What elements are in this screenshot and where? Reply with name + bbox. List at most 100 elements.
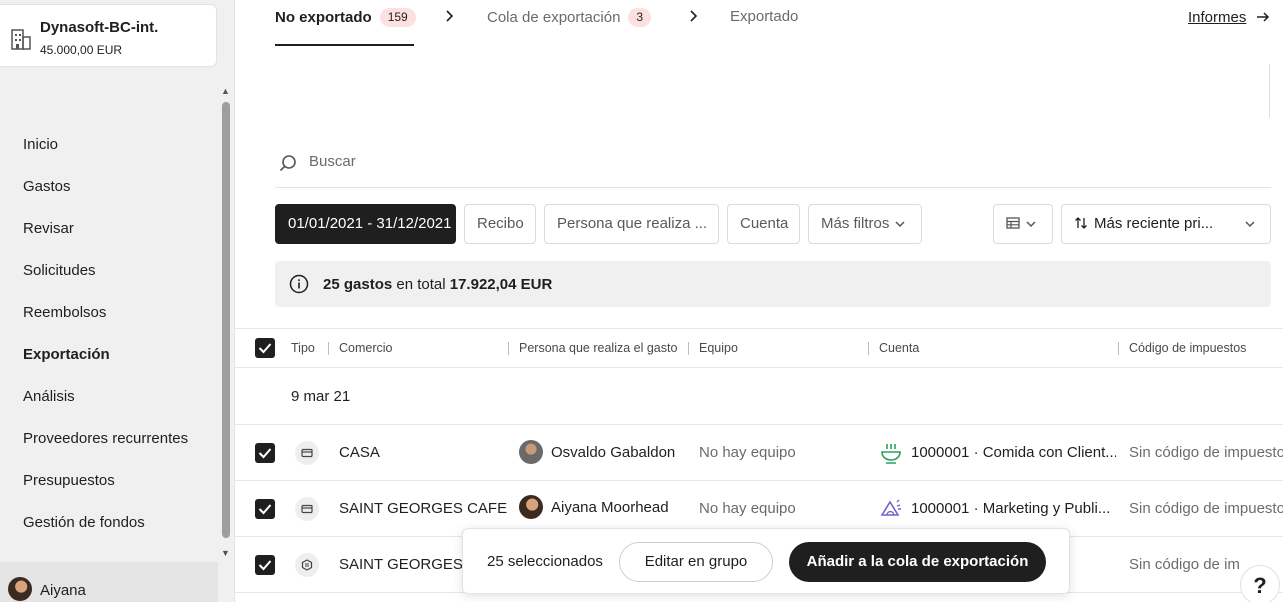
table-row[interactable]: CASA Osvaldo Gabaldon No hay equipo 1000…	[235, 425, 1283, 481]
sort-select[interactable]: Más reciente pri...	[1061, 204, 1271, 244]
nav-item-gestion-de-fondos[interactable]: Gestión de fondos	[23, 514, 145, 531]
select-all-checkbox[interactable]	[255, 338, 275, 358]
count-badge: 159	[379, 8, 416, 27]
spender-name: Aiyana Moorhead	[551, 499, 669, 516]
account: 1000001 · Comida con Client...	[911, 444, 1116, 461]
team: No hay equipo	[699, 500, 796, 517]
tax-code: Sin código de impuestos	[1129, 444, 1283, 461]
view-toggle-button[interactable]	[993, 204, 1053, 244]
merchant: SAINT GEORGES C	[339, 556, 463, 573]
company-name: Dynasoft-BC-int.	[40, 19, 159, 36]
nav-item-reembolsos[interactable]: Reembolsos	[23, 304, 106, 321]
sidebar: Dynasoft-BC-int. 45.000,00 EUR Inicio Ga…	[0, 0, 235, 602]
nav-item-proveedores-recurrentes[interactable]: Proveedores recurrentes	[23, 430, 188, 447]
nav-item-revisar[interactable]: Revisar	[23, 220, 74, 237]
column-header-tipo[interactable]: Tipo	[291, 341, 315, 355]
tab-label: Cola de exportación	[487, 9, 621, 26]
nav-item-inicio[interactable]: Inicio	[23, 136, 58, 153]
summary-text: 25 gastos en total 17.922,04 EUR	[323, 276, 552, 293]
count-badge: 3	[628, 8, 652, 27]
checkmark-icon	[258, 560, 272, 571]
company-switcher[interactable]: Dynasoft-BC-int. 45.000,00 EUR	[0, 4, 217, 67]
tab-cola-de-exportacion[interactable]: Cola de exportación 3	[487, 8, 652, 27]
summary-middle: en total	[392, 276, 450, 293]
arrow-right-icon[interactable]	[1256, 10, 1270, 24]
chevron-right-icon	[446, 10, 454, 22]
column-header-codigo-de-impuestos[interactable]: Código de impuestos	[1129, 341, 1246, 355]
card-icon	[295, 497, 319, 521]
bulk-edit-button[interactable]: Editar en grupo	[619, 542, 773, 582]
nav-item-presupuestos[interactable]: Presupuestos	[23, 472, 115, 489]
megaphone-icon	[880, 499, 901, 516]
row-checkbox[interactable]	[255, 443, 275, 463]
tab-exportado[interactable]: Exportado	[730, 8, 798, 25]
chevron-down-icon	[1026, 221, 1036, 228]
food-bowl-icon	[881, 444, 901, 464]
chevron-down-icon	[895, 221, 905, 228]
user-name: Aiyana	[40, 582, 86, 599]
column-separator[interactable]	[1118, 342, 1119, 355]
balance-currency: EUR	[96, 43, 123, 57]
balance-amount: 45.000,00	[40, 43, 94, 57]
account: 1000001 · Marketing y Publi...	[911, 500, 1111, 517]
summary-count: 25 gastos	[323, 276, 393, 293]
company-balance: 45.000,00 EUR	[40, 43, 122, 57]
column-separator[interactable]	[328, 342, 329, 355]
tab-no-exportado[interactable]: No exportado 159	[275, 8, 416, 27]
tax-code: Sin código de im	[1129, 556, 1240, 573]
scroll-up-arrow-icon[interactable]: ▲	[221, 86, 230, 96]
tax-code: Sin código de impuestos	[1129, 500, 1283, 517]
column-separator[interactable]	[508, 342, 509, 355]
user-profile[interactable]: Aiyana	[0, 562, 218, 602]
card-icon	[295, 441, 319, 465]
help-button[interactable]: ?	[1240, 565, 1280, 602]
divider	[1269, 64, 1270, 118]
column-header-persona[interactable]: Persona que realiza el gasto	[519, 341, 677, 355]
info-icon	[289, 274, 309, 294]
nav-item-solicitudes[interactable]: Solicitudes	[23, 262, 96, 279]
user-avatar	[8, 577, 32, 601]
sidebar-scrollbar[interactable]: ▲ ▼	[219, 86, 233, 558]
building-icon	[11, 29, 31, 50]
account-filter[interactable]: Cuenta	[727, 204, 800, 244]
more-filters-label: Más filtros	[821, 215, 890, 232]
row-checkbox[interactable]	[255, 555, 275, 575]
column-header-comercio[interactable]: Comercio	[339, 341, 393, 355]
summary-banner: 25 gastos en total 17.922,04 EUR	[275, 261, 1271, 307]
reports-link[interactable]: Informes	[1188, 9, 1246, 26]
scroll-thumb[interactable]	[222, 102, 230, 538]
add-to-export-queue-button[interactable]: Añadir a la cola de exportación	[789, 542, 1046, 582]
search-bar	[275, 145, 1271, 188]
checkmark-icon	[258, 448, 272, 459]
group-date: 9 mar 21	[291, 388, 351, 405]
nav-item-gastos[interactable]: Gastos	[23, 178, 71, 195]
sort-icon	[1075, 217, 1087, 229]
search-input[interactable]	[309, 153, 909, 170]
chevron-right-icon	[690, 10, 698, 22]
merchant: SAINT GEORGES CAFE	[339, 500, 508, 517]
bulk-action-bar: 25 seleccionados Editar en grupo Añadir …	[462, 528, 1070, 594]
checkmark-icon	[258, 504, 272, 515]
row-checkbox[interactable]	[255, 499, 275, 519]
date-range-filter[interactable]: 01/01/2021 - 31/12/2021	[275, 204, 456, 244]
tab-label: No exportado	[275, 9, 372, 26]
spender-avatar	[519, 495, 543, 519]
column-header-equipo[interactable]: Equipo	[699, 341, 738, 355]
spender-avatar	[519, 440, 543, 464]
checkmark-icon	[258, 343, 272, 354]
table-icon	[1006, 217, 1020, 229]
scroll-down-arrow-icon[interactable]: ▼	[221, 548, 230, 558]
receipt-icon	[295, 553, 319, 577]
nav-item-exportacion[interactable]: Exportación	[23, 346, 110, 363]
merchant: CASA	[339, 444, 380, 461]
column-header-cuenta[interactable]: Cuenta	[879, 341, 919, 355]
receipt-filter[interactable]: Recibo	[464, 204, 536, 244]
active-tab-indicator	[275, 44, 414, 46]
more-filters-button[interactable]: Más filtros	[808, 204, 922, 244]
column-separator[interactable]	[868, 342, 869, 355]
sort-label: Más reciente pri...	[1094, 215, 1214, 232]
date-group-row: 9 mar 21	[235, 368, 1283, 425]
nav-item-analisis[interactable]: Análisis	[23, 388, 75, 405]
spender-filter[interactable]: Persona que realiza ...	[544, 204, 719, 244]
column-separator[interactable]	[688, 342, 689, 355]
